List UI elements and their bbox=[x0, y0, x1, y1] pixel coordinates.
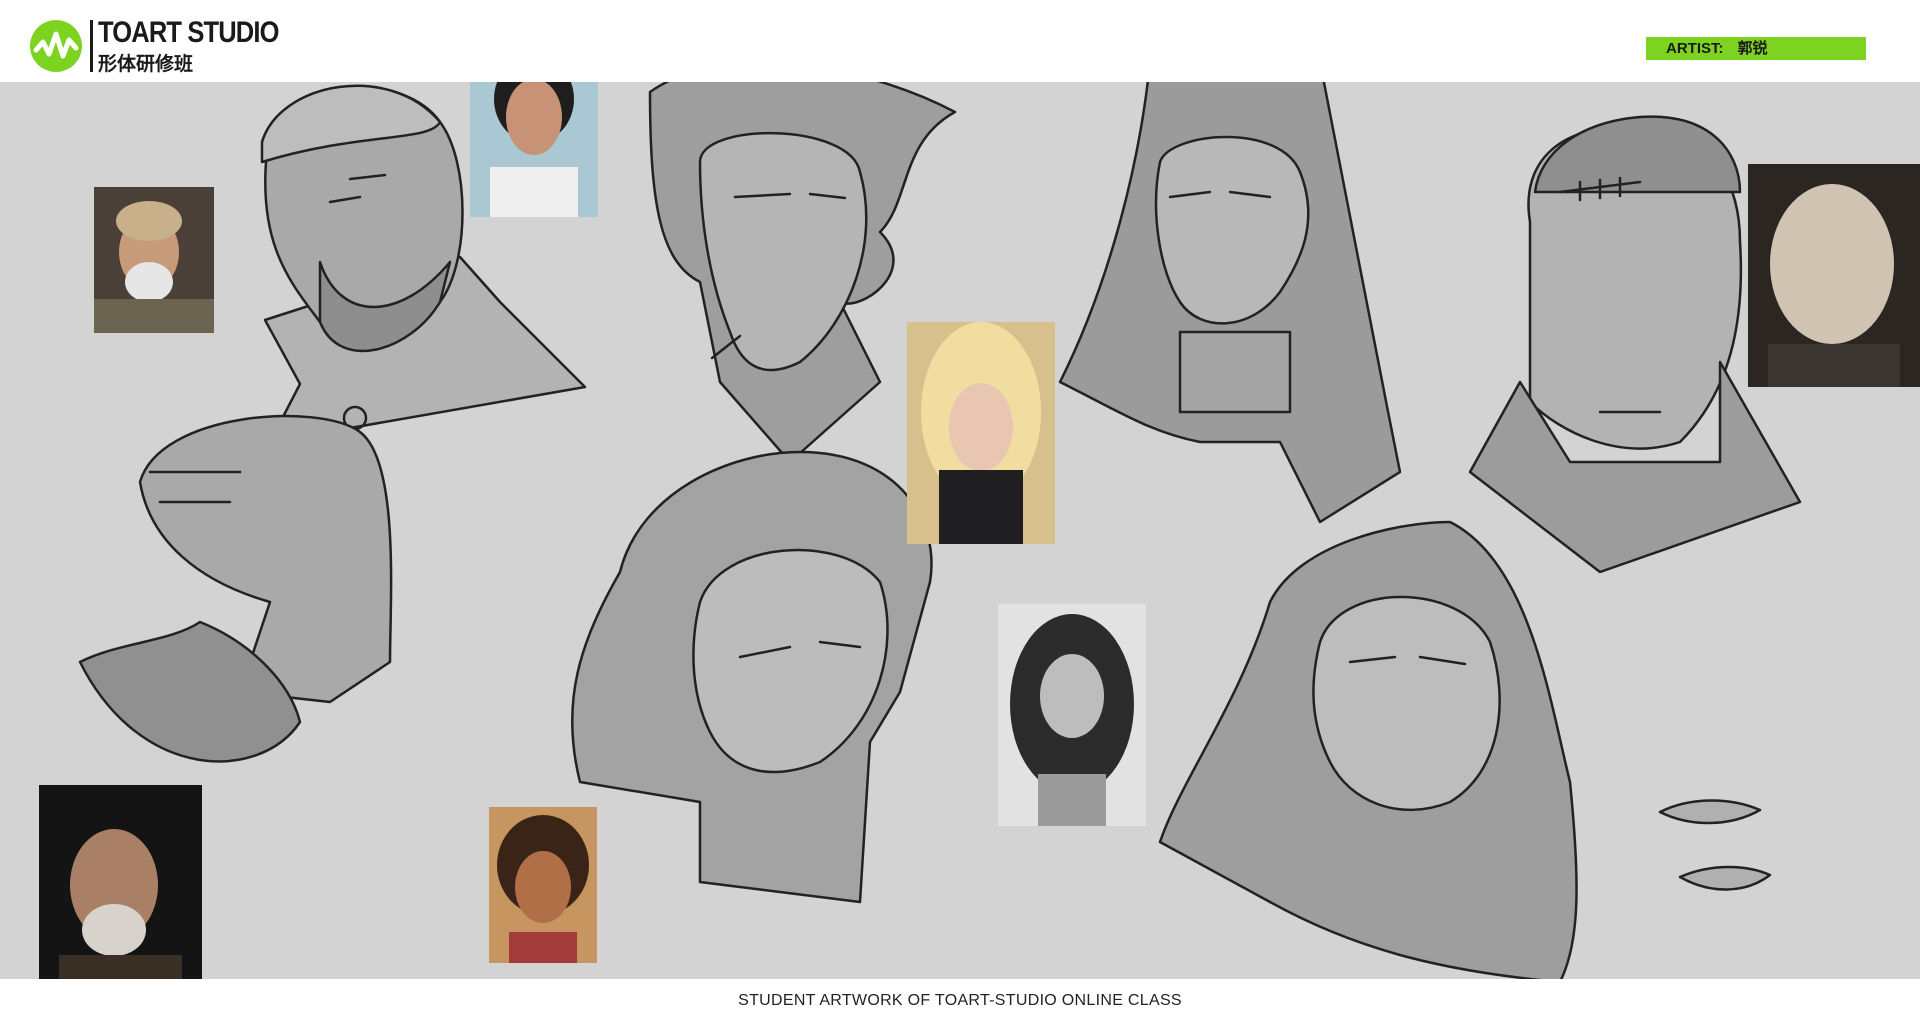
studio-logo: TOART STUDIO 形体研修班 bbox=[30, 16, 280, 76]
footer-caption: STUDENT ARTWORK OF TOART-STUDIO ONLINE C… bbox=[0, 979, 1920, 1025]
header-bar: TOART STUDIO 形体研修班 ARTIST: 郭锐 bbox=[0, 0, 1920, 82]
sketch-woman-bob bbox=[570, 450, 933, 904]
reference-photo-woman-curly bbox=[998, 604, 1146, 826]
reference-photo-old-man-dark bbox=[39, 785, 202, 979]
sketch-lip-studies bbox=[1658, 799, 1772, 891]
sketch-woman-long-hair bbox=[1158, 520, 1578, 979]
reference-photo-old-bald-man bbox=[1748, 164, 1920, 387]
reference-photo-girl bbox=[489, 807, 597, 963]
sketch-woman-bangs bbox=[1058, 82, 1402, 524]
logo-subtitle: 形体研修班 bbox=[98, 53, 194, 75]
artist-badge: ARTIST: 郭锐 bbox=[1646, 37, 1866, 60]
reference-photo-old-man-cap bbox=[94, 187, 214, 333]
logo-divider bbox=[90, 20, 93, 72]
artist-name: 郭锐 bbox=[1737, 39, 1768, 57]
reference-photo-blonde-woman bbox=[907, 322, 1055, 544]
artist-label: ARTIST: bbox=[1666, 40, 1724, 57]
logo-title: TOART STUDIO bbox=[98, 16, 279, 49]
sketch-bearded-old-man bbox=[78, 414, 393, 763]
artwork-canvas bbox=[0, 82, 1920, 979]
reference-photo-young-man bbox=[470, 82, 598, 217]
waveform-logo-icon bbox=[30, 20, 82, 72]
